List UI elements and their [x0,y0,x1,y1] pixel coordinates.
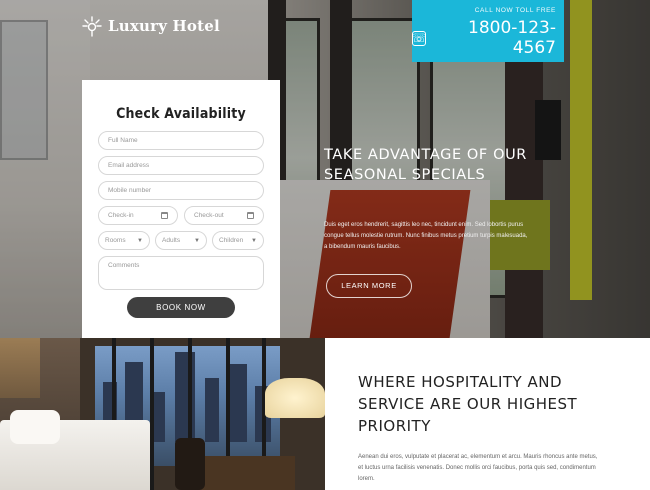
phone-banner[interactable]: CALL NOW TOLL FREE ☏ 1800-123-4567 [412,0,564,62]
rooms-label: Rooms [105,237,126,244]
rooms-select[interactable]: Rooms ▼ [98,231,150,250]
photo-window-mullion [150,338,154,490]
comments-placeholder: Comments [108,262,140,269]
photo-shelf [0,338,40,398]
learn-more-button[interactable]: LEARN MORE [326,274,412,298]
check-out-field[interactable]: Check-out [184,206,264,225]
guest-row: Rooms ▼ Adults ▼ Children ▼ [98,231,264,256]
hero-heading-line: SEASONAL SPECIALS [324,167,486,183]
phone-number-text: 1800-123-4567 [468,18,556,58]
photo-chair [175,438,205,490]
check-availability-form: Check Availability Full Name Email addre… [82,80,280,338]
photo-pillow [10,410,60,444]
check-out-placeholder: Check-out [194,212,224,219]
hero-heading-line: TAKE ADVANTAGE OF OUR [324,147,527,163]
email-field[interactable]: Email address [98,156,264,175]
hero-body-text: Duis eget eros hendrerit, sagittis leo n… [324,222,528,250]
form-title: Check Availability [116,106,246,122]
email-placeholder: Email address [108,162,150,169]
chevron-down-icon: ▼ [251,237,257,244]
phone-number[interactable]: ☏ 1800-123-4567 [411,18,557,58]
section-heading-line: WHERE HOSPITALITY AND [358,373,562,391]
section-body-text: Aenean dui eros, vulputate et placerat a… [358,454,598,482]
room-photo [0,338,325,490]
sparkle-logo-icon [82,15,102,37]
hero-heading: TAKE ADVANTAGE OF OUR SEASONAL SPECIALS [324,145,534,185]
children-label: Children [219,237,244,244]
photo-building [205,378,219,442]
brand-name: Luxury Hotel [108,17,220,35]
check-in-placeholder: Check-in [108,212,134,219]
book-now-button[interactable]: BOOK NOW [127,297,235,318]
brand-logo[interactable]: Luxury Hotel [82,15,220,37]
phone-icon: ☏ [411,30,427,46]
comments-field[interactable]: Comments [98,256,264,290]
adults-label: Adults [162,237,181,244]
photo-building [229,364,247,442]
calendar-icon [161,212,168,219]
full-name-field[interactable]: Full Name [98,131,264,150]
adults-select[interactable]: Adults ▼ [155,231,207,250]
section-heading: WHERE HOSPITALITY AND SERVICE ARE OUR HI… [358,371,598,437]
check-in-field[interactable]: Check-in [98,206,178,225]
calendar-icon [247,212,254,219]
date-row: Check-in Check-out [98,206,264,231]
chevron-down-icon: ▼ [137,237,143,244]
full-name-placeholder: Full Name [108,137,138,144]
photo-building [153,392,165,442]
section-heading-line: SERVICE ARE OUR HIGHEST [358,395,578,413]
section-heading-line: PRIORITY [358,417,431,435]
photo-building [175,352,195,442]
mobile-field[interactable]: Mobile number [98,181,264,200]
mobile-placeholder: Mobile number [108,187,151,194]
photo-lamp [265,378,325,418]
chevron-down-icon: ▼ [194,237,200,244]
children-select[interactable]: Children ▼ [212,231,264,250]
phone-banner-label: CALL NOW TOLL FREE [474,7,556,14]
